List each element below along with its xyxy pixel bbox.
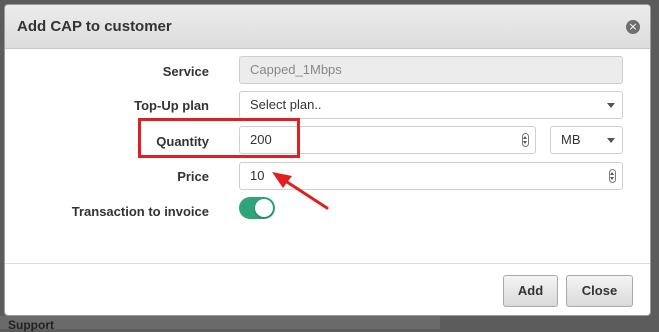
annotation-arrow — [272, 172, 329, 210]
